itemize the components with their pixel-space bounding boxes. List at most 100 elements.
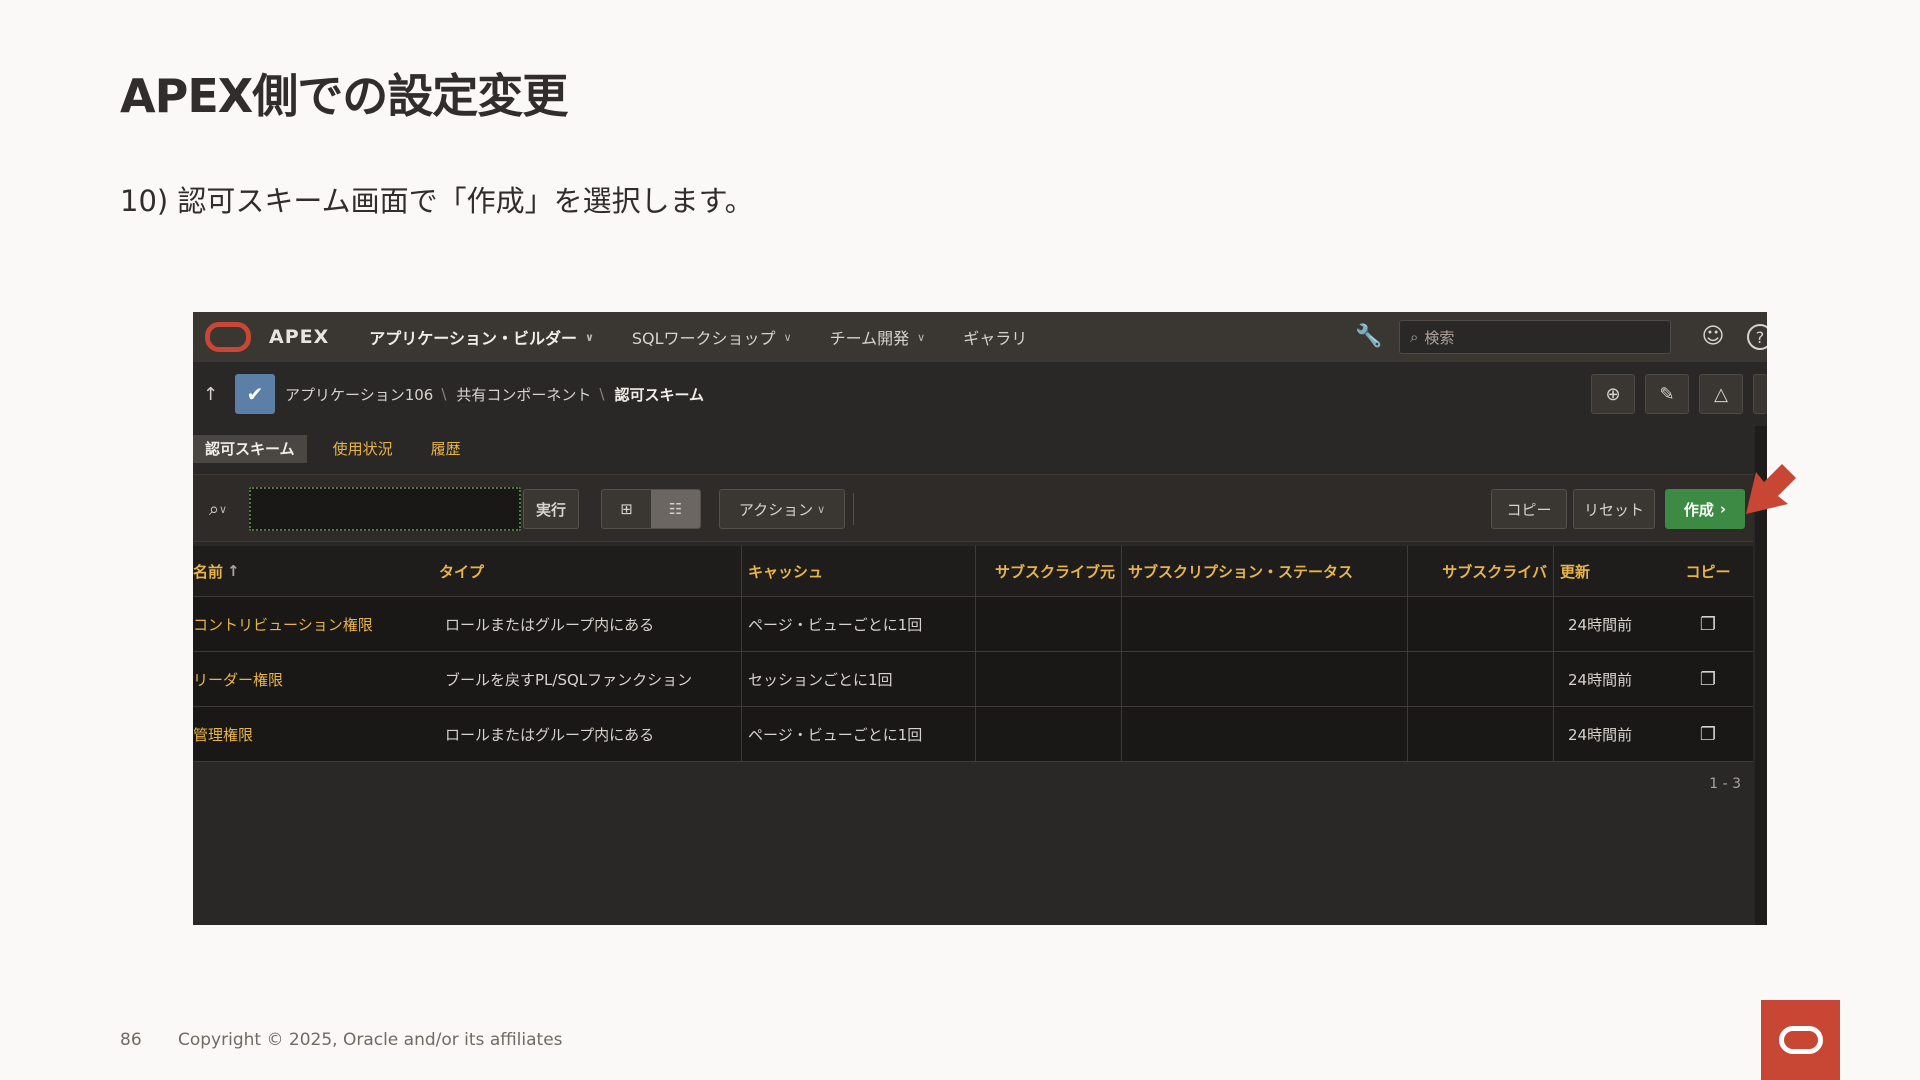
row-copy-button[interactable]: ❐ xyxy=(1663,707,1753,761)
row-subscription-status xyxy=(1121,707,1407,761)
oracle-logo-icon xyxy=(1778,1026,1823,1054)
row-subscribed-from xyxy=(975,652,1121,706)
oracle-footer-logo xyxy=(1761,1000,1840,1080)
view-toggle: ⊞ ☷ xyxy=(601,489,701,529)
row-name-link[interactable]: リーダー権限 xyxy=(193,652,433,706)
col-header-subscribed-from[interactable]: サブスクライブ元 xyxy=(975,546,1121,596)
table-row: コントリビューション権限 ロールまたはグループ内にある ページ・ビューごとに1回… xyxy=(193,597,1753,652)
col-header-copy[interactable]: コピー xyxy=(1663,546,1753,596)
nav-label: SQLワークショップ xyxy=(631,329,776,348)
row-type: ロールまたはグループ内にある xyxy=(445,615,655,634)
row-type: ブールを戻すPL/SQLファンクション xyxy=(445,670,693,689)
search-icon: ⌕ xyxy=(1410,328,1419,346)
breadcrumb-app[interactable]: アプリケーション106 xyxy=(285,384,433,405)
actions-menu-button[interactable]: アクション ∨ xyxy=(719,489,845,529)
help-icon[interactable]: ? xyxy=(1747,324,1767,350)
breadcrumb-separator: \ xyxy=(599,385,605,403)
search-placeholder: 検索 xyxy=(1424,328,1455,347)
chevron-down-icon: ∨ xyxy=(783,330,792,344)
tab-usage[interactable]: 使用状況 xyxy=(321,435,405,463)
col-header-updated[interactable]: 更新 xyxy=(1553,546,1663,596)
nav-sql-workshop[interactable]: SQLワークショップ ∨ xyxy=(632,325,792,349)
col-header-type[interactable]: タイプ xyxy=(433,546,741,596)
add-comment-icon[interactable]: ⊕ xyxy=(1591,374,1635,414)
breadcrumb-shared[interactable]: 共有コンポーネント xyxy=(456,384,591,405)
header-label: 名前 xyxy=(193,562,224,581)
breadcrumb-current: 認可スキーム xyxy=(614,385,705,404)
create-label: 作成 xyxy=(1683,500,1714,519)
report-view-icon[interactable]: ☷ xyxy=(651,490,700,528)
nav-label: アプリケーション・ビルダー xyxy=(369,329,577,348)
row-updated: 24時間前 xyxy=(1553,652,1663,706)
copyright-text: Copyright © 2025, Oracle and/or its affi… xyxy=(178,1030,563,1050)
chevron-down-icon: ∨ xyxy=(917,330,926,344)
copy-icon: ❐ xyxy=(1699,613,1717,635)
row-subscription-status xyxy=(1121,652,1407,706)
search-icon: ⌕ xyxy=(208,498,220,520)
nav-team-dev[interactable]: チーム開発 ∨ xyxy=(830,325,926,349)
sort-asc-icon: ↑ xyxy=(227,562,240,580)
page-number: 86 xyxy=(120,1030,142,1050)
col-header-name[interactable]: 名前 ↑ xyxy=(193,546,433,596)
apex-brand[interactable]: APEX xyxy=(269,326,329,348)
table-row: 管理権限 ロールまたはグループ内にある ページ・ビューごとに1回 24時間前 ❐ xyxy=(193,707,1753,762)
row-subscribers xyxy=(1407,597,1553,651)
col-header-subscription-status[interactable]: サブスクリプション・ステータス xyxy=(1121,546,1407,596)
auth-schemes-table: 名前 ↑ タイプ キャッシュ サブスクライブ元 サブスクリプション・ステータス … xyxy=(193,546,1753,762)
chevron-down-icon: ∨ xyxy=(817,502,826,516)
up-arrow-icon[interactable]: ↑ xyxy=(203,384,223,405)
table-row: リーダー権限 ブールを戻すPL/SQLファンクション セッションごとに1回 24… xyxy=(193,652,1753,707)
callout-arrow-icon xyxy=(1746,464,1796,514)
row-cache: ページ・ビューごとに1回 xyxy=(741,597,975,651)
report-toolbar: ⌕ ∨ 実行 ⊞ ☷ アクション ∨ コピー リセット 作成 › xyxy=(193,474,1753,542)
go-button[interactable]: 実行 xyxy=(523,489,579,529)
wrench-icon[interactable]: 🔧 xyxy=(1355,323,1383,351)
row-cache: ページ・ビューごとに1回 xyxy=(741,707,975,761)
global-search-input[interactable]: ⌕ 検索 xyxy=(1399,320,1671,354)
nav-app-builder[interactable]: アプリケーション・ビルダー ∨ xyxy=(369,325,594,349)
toolbar-divider xyxy=(853,493,854,525)
search-column-button[interactable]: ⌕ ∨ xyxy=(193,489,243,529)
report-search-input[interactable] xyxy=(249,487,521,531)
create-button[interactable]: 作成 › xyxy=(1665,489,1745,529)
row-type: ロールまたはグループ内にある xyxy=(445,725,655,744)
row-updated: 24時間前 xyxy=(1553,597,1663,651)
chevron-down-icon: ∨ xyxy=(584,330,594,344)
tag-icon[interactable]: ✎ xyxy=(1645,374,1689,414)
row-updated: 24時間前 xyxy=(1553,707,1663,761)
col-header-cache[interactable]: キャッシュ xyxy=(741,546,975,596)
overflow-button[interactable] xyxy=(1753,374,1767,414)
page-tools: ⊕ ✎ △ xyxy=(1591,374,1767,414)
nav-label: チーム開発 xyxy=(829,329,910,348)
col-header-subscribers[interactable]: サブスクライバ xyxy=(1407,546,1553,596)
row-subscribers xyxy=(1407,652,1553,706)
row-copy-button[interactable]: ❐ xyxy=(1663,597,1753,651)
reset-button[interactable]: リセット xyxy=(1573,489,1655,529)
user-settings-icon[interactable]: ☺ xyxy=(1699,323,1727,351)
row-copy-button[interactable]: ❐ xyxy=(1663,652,1753,706)
nav-gallery[interactable]: ギャラリ xyxy=(963,325,1027,349)
shared-components-icon: ✔ xyxy=(235,374,275,414)
pagination-label: 1 - 3 xyxy=(1709,776,1741,792)
apex-screenshot: APEX アプリケーション・ビルダー ∨ SQLワークショップ ∨ チーム開発 … xyxy=(193,312,1767,925)
copy-icon: ❐ xyxy=(1699,723,1717,745)
tab-history[interactable]: 履歴 xyxy=(419,435,473,463)
slide-title: APEX側での設定変更 xyxy=(120,69,568,123)
row-subscription-status xyxy=(1121,597,1407,651)
oracle-logo-icon[interactable] xyxy=(205,322,251,352)
apex-header: APEX アプリケーション・ビルダー ∨ SQLワークショップ ∨ チーム開発 … xyxy=(193,312,1767,362)
breadcrumb-bar: ↑ ✔ アプリケーション106 \ 共有コンポーネント \ 認可スキーム ⊕ ✎… xyxy=(193,362,1767,426)
row-subscribed-from xyxy=(975,597,1121,651)
copy-button[interactable]: コピー xyxy=(1491,489,1567,529)
chevron-right-icon: › xyxy=(1719,500,1727,518)
actions-label: アクション xyxy=(738,500,814,519)
copy-icon: ❐ xyxy=(1699,668,1717,690)
row-name-link[interactable]: 管理権限 xyxy=(193,707,433,761)
row-subscribers xyxy=(1407,707,1553,761)
icon-view-icon[interactable]: ⊞ xyxy=(602,490,651,528)
row-name-link[interactable]: コントリビューション権限 xyxy=(193,597,433,651)
tab-auth-schemes[interactable]: 認可スキーム xyxy=(193,435,307,463)
sub-tabs: 認可スキーム 使用状況 履歴 xyxy=(193,434,473,464)
header-right: 🔧 ⌕ 検索 ☺ ? xyxy=(1355,312,1767,362)
shapes-icon[interactable]: △ xyxy=(1699,374,1743,414)
